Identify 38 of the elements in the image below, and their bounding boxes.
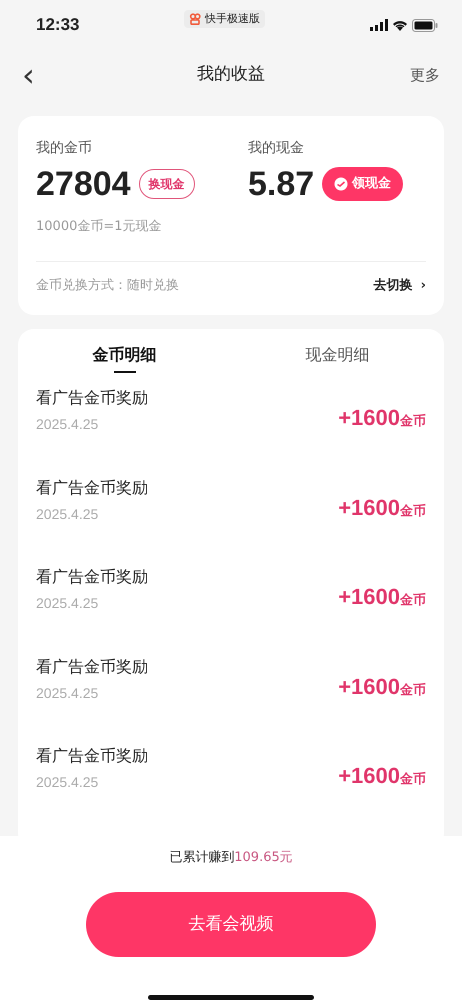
- battery-icon: [412, 18, 438, 32]
- record-date: 2025.4.25: [36, 415, 100, 434]
- record-date: 2025.4.25: [36, 773, 100, 792]
- wifi-icon: [392, 19, 408, 31]
- record-date: 2025.4.25: [36, 684, 100, 703]
- back-button[interactable]: ‹: [22, 59, 52, 91]
- tab[interactable]: 金币明细: [92, 343, 156, 373]
- app-badge: 快手极速版: [184, 10, 266, 28]
- exchange-button[interactable]: 换现金: [138, 169, 195, 199]
- signal-icon: [370, 19, 388, 31]
- record-amount: +1600金币: [338, 404, 426, 432]
- page-title: 我的收益: [197, 63, 265, 86]
- record-title: 看广告金币奖励: [36, 387, 148, 410]
- record-amount: +1600金币: [338, 494, 426, 522]
- withdraw-button[interactable]: 领现金: [322, 167, 404, 201]
- record-title: 看广告金币奖励: [36, 476, 148, 499]
- check-bubble-icon: [334, 177, 348, 191]
- status-time: 12:33: [36, 14, 80, 36]
- record-title: 看广告金币奖励: [36, 745, 148, 768]
- app-logo-icon: [189, 13, 202, 25]
- record-amount: +1600金币: [338, 583, 426, 612]
- record-title: 看广告金币奖励: [36, 566, 148, 588]
- exchange-rate: 10000金币=1元现金: [36, 218, 163, 236]
- record-amount: +1600金币: [338, 762, 426, 790]
- record-title: 看广告金币奖励: [36, 656, 148, 678]
- cash-amount: 5.87: [248, 167, 314, 201]
- watch-video-button[interactable]: 去看会视频: [86, 892, 376, 958]
- tab[interactable]: 现金明细: [306, 343, 370, 373]
- more-button[interactable]: 更多: [410, 64, 440, 86]
- record-amount: +1600金币: [338, 672, 426, 701]
- record-date: 2025.4.25: [36, 594, 100, 614]
- cash-label: 我的现金: [248, 139, 305, 158]
- coins-label: 我的金币: [36, 139, 93, 158]
- record-date: 2025.4.25: [36, 504, 100, 524]
- exchange-method: 金币兑换方式：随时兑换: [36, 276, 179, 294]
- switch-link[interactable]: 去切换 ›: [374, 276, 426, 295]
- coins-amount: 27804: [36, 167, 131, 201]
- earned-summary: 已累计赚到109.65元: [169, 849, 293, 867]
